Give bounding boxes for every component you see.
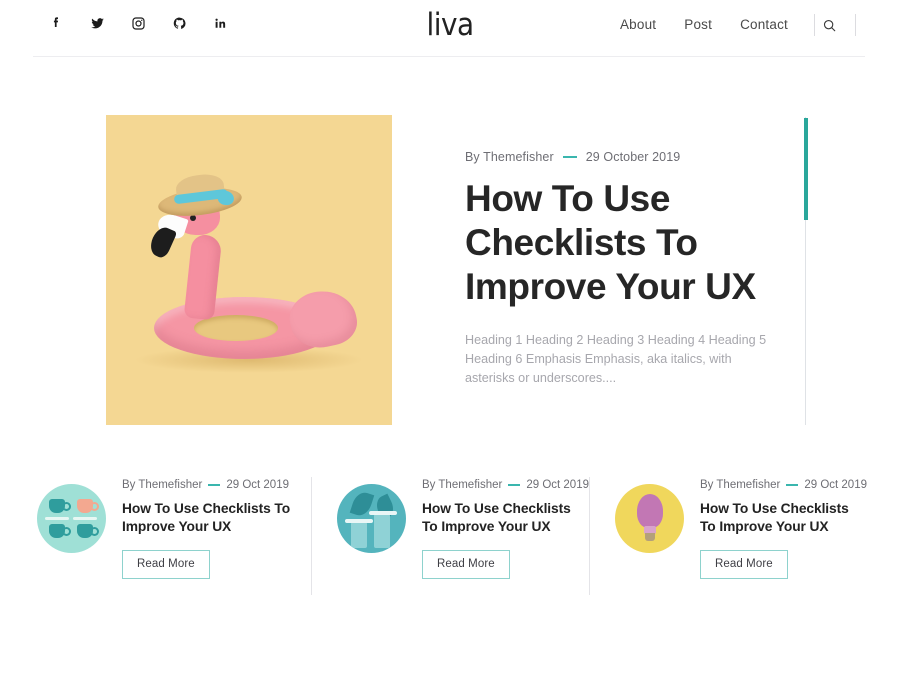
lightbulb-base (645, 533, 655, 541)
lightbulb-icon (637, 494, 663, 528)
pedestal-top (345, 519, 373, 523)
read-more-button[interactable]: Read More (700, 550, 788, 579)
post-card: By Themefisher 29 Oct 2019 How To Use Ch… (311, 477, 589, 595)
featured-post-author: By Themefisher (465, 150, 554, 164)
cup-icon (77, 499, 99, 513)
meta-separator-dash (786, 484, 799, 486)
featured-post-date: 29 October 2019 (585, 150, 681, 164)
post-card-meta: By Themefisher 29 Oct 2019 (700, 479, 867, 491)
post-thumbnail[interactable] (615, 484, 684, 553)
cup-icon (49, 499, 71, 513)
post-card-author: By Themefisher (422, 479, 503, 491)
pedestal (351, 522, 367, 548)
site-header: liva About Post Contact (0, 0, 900, 57)
page-root: liva About Post Contact By Themefisher 2… (0, 0, 900, 675)
post-card-title[interactable]: How To Use Checklists To Improve Your UX (700, 500, 867, 536)
featured-post-title[interactable]: How To Use Checklists To Improve Your UX (465, 177, 765, 309)
meta-separator-dash (562, 156, 577, 158)
post-card-meta: By Themefisher 29 Oct 2019 (422, 479, 589, 491)
post-card-title[interactable]: How To Use Checklists To Improve Your UX (422, 500, 589, 536)
recent-posts-list: By Themefisher 29 Oct 2019 How To Use Ch… (33, 477, 867, 595)
post-card-date: 29 Oct 2019 (804, 479, 867, 491)
hero-scrollbar-thumb[interactable] (804, 118, 808, 220)
flamingo-float-illustration (146, 172, 362, 365)
post-card: By Themefisher 29 Oct 2019 How To Use Ch… (589, 477, 867, 595)
nav-divider-right (855, 14, 856, 36)
nav-item-about[interactable]: About (606, 12, 670, 38)
featured-post-body: By Themefisher 29 October 2019 How To Us… (465, 150, 795, 388)
featured-post-excerpt: Heading 1 Heading 2 Heading 3 Heading 4 … (465, 333, 767, 385)
post-card-date: 29 Oct 2019 (526, 479, 589, 491)
pedestal-top (369, 511, 397, 515)
post-card-title[interactable]: How To Use Checklists To Improve Your UX (122, 500, 294, 536)
flamingo-beak-black (146, 224, 178, 260)
post-card: By Themefisher 29 Oct 2019 How To Use Ch… (33, 477, 311, 595)
saucer (73, 517, 97, 520)
featured-post: By Themefisher 29 October 2019 How To Us… (106, 115, 808, 425)
search-icon[interactable] (815, 13, 843, 37)
main-navigation: About Post Contact (606, 12, 856, 38)
nav-item-post[interactable]: Post (670, 12, 726, 38)
featured-post-meta: By Themefisher 29 October 2019 (465, 150, 795, 164)
meta-separator-dash (208, 484, 221, 486)
flamingo-eye (190, 215, 196, 221)
saucer (45, 517, 69, 520)
cup-icon (49, 524, 71, 538)
read-more-button[interactable]: Read More (122, 550, 210, 579)
post-thumbnail[interactable] (337, 484, 406, 553)
pedestal (374, 514, 390, 548)
post-card-meta: By Themefisher 29 Oct 2019 (122, 479, 294, 491)
post-card-author: By Themefisher (122, 479, 203, 491)
nav-item-contact[interactable]: Contact (726, 12, 802, 38)
read-more-button[interactable]: Read More (422, 550, 510, 579)
cup-icon (77, 524, 99, 538)
header-divider (33, 56, 865, 57)
post-card-author: By Themefisher (700, 479, 781, 491)
post-thumbnail[interactable] (37, 484, 106, 553)
post-card-date: 29 Oct 2019 (226, 479, 289, 491)
meta-separator-dash (508, 484, 521, 486)
featured-post-image[interactable] (106, 115, 392, 425)
